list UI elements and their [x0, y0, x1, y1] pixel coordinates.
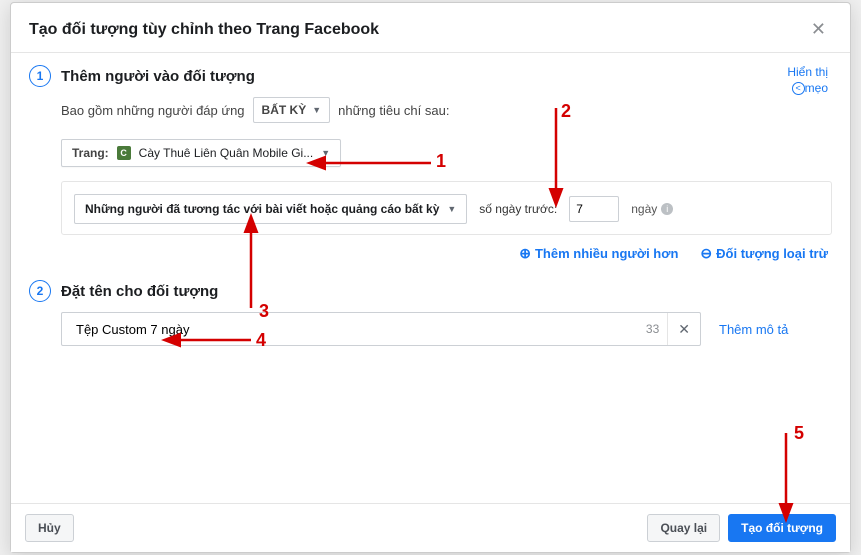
annotation-2: 2 [561, 101, 571, 122]
create-audience-button[interactable]: Tạo đối tượng [728, 514, 836, 542]
exclude-audience-link[interactable]: ⊖ Đối tượng loại trừ [700, 245, 828, 262]
chevron-down-icon: ▼ [312, 105, 321, 115]
chevron-down-icon: ▼ [321, 148, 330, 158]
match-type-value: BẤT KỲ [262, 103, 307, 117]
page-name: Cày Thuê Liên Quân Mobile Gi... [139, 146, 314, 160]
footer-right: Quay lại Tạo đối tượng [647, 514, 836, 542]
modal-title: Tạo đối tượng tùy chỉnh theo Trang Faceb… [29, 21, 379, 39]
include-criteria-box: Những người đã tương tác với bài viết ho… [61, 181, 832, 235]
clear-name-icon[interactable]: ✕ [667, 313, 700, 345]
modal-body: Hiển thị <mẹo 1 Thêm người vào đối tượng… [11, 53, 850, 503]
back-button[interactable]: Quay lại [647, 514, 720, 542]
criteria-prefix: Bao gồm những người đáp ứng [61, 103, 245, 118]
step-1-header: 1 Thêm người vào đối tượng [29, 65, 832, 87]
plus-icon: ⊕ [519, 245, 531, 262]
modal-header: Tạo đối tượng tùy chỉnh theo Trang Faceb… [11, 3, 850, 53]
chevron-down-icon: ▼ [447, 204, 456, 214]
tip-text-line1: Hiển thị [787, 65, 828, 79]
include-exclude-actions: ⊕ Thêm nhiều người hơn ⊖ Đối tượng loại … [61, 235, 832, 280]
minus-icon: ⊖ [700, 245, 712, 262]
page-label: Trang: [72, 146, 109, 160]
step-1-content: Bao gồm những người đáp ứng BẤT KỲ ▼ nhữ… [29, 97, 832, 280]
modal-footer: Hủy Quay lại Tạo đối tượng [11, 503, 850, 552]
create-custom-audience-modal: Tạo đối tượng tùy chỉnh theo Trang Faceb… [10, 2, 851, 553]
match-type-dropdown[interactable]: BẤT KỲ ▼ [253, 97, 331, 123]
annotation-4: 4 [256, 330, 266, 351]
tip-text-line2: mẹo [805, 81, 828, 95]
step-badge-1: 1 [29, 65, 51, 87]
days-input[interactable] [569, 196, 619, 222]
page-selector-dropdown[interactable]: Trang: C Cày Thuê Liên Quân Mobile Gi...… [61, 139, 341, 167]
cancel-button[interactable]: Hủy [25, 514, 74, 542]
audience-name-field-wrap: 33 ✕ [61, 312, 701, 346]
audience-name-input[interactable] [72, 314, 638, 345]
days-label: số ngày trước: [479, 202, 557, 216]
show-tips-link[interactable]: Hiển thị <mẹo [787, 65, 828, 96]
add-description-link[interactable]: Thêm mô tả [719, 322, 788, 337]
days-unit: ngày i [631, 202, 673, 216]
engagement-type-dropdown[interactable]: Những người đã tương tác với bài viết ho… [74, 194, 467, 224]
page-avatar-icon: C [117, 146, 131, 160]
engagement-type-value: Những người đã tương tác với bài viết ho… [85, 202, 439, 216]
char-count: 33 [638, 322, 667, 336]
step-2-content: 33 ✕ Thêm mô tả [29, 312, 832, 346]
audience-name-row: 33 ✕ Thêm mô tả [61, 312, 832, 346]
annotation-1: 1 [436, 151, 446, 172]
criteria-line: Bao gồm những người đáp ứng BẤT KỲ ▼ nhữ… [61, 97, 832, 123]
step-badge-2: 2 [29, 280, 51, 302]
annotation-5: 5 [794, 423, 804, 444]
step-2-header: 2 Đặt tên cho đối tượng [29, 280, 832, 302]
annotation-3: 3 [259, 301, 269, 322]
info-icon: < [792, 82, 805, 95]
step-2-title: Đặt tên cho đối tượng [61, 283, 218, 300]
step-1-title: Thêm người vào đối tượng [61, 68, 255, 85]
add-more-people-link[interactable]: ⊕ Thêm nhiều người hơn [519, 245, 678, 262]
criteria-suffix: những tiêu chí sau: [338, 103, 449, 118]
close-icon[interactable]: ✕ [805, 17, 832, 42]
info-icon[interactable]: i [661, 203, 673, 215]
